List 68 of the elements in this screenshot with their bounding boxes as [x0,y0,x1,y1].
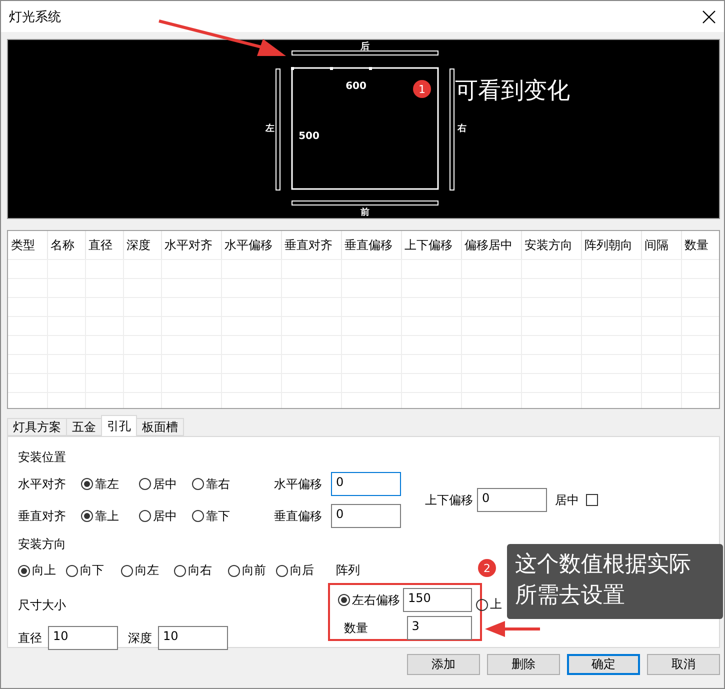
field-label: 数量 [343,620,369,636]
annotation-callout: 这个数值根据实际 所需去设置 [507,544,723,619]
field-label: 水平偏移 [274,476,323,492]
column-header[interactable]: 上下偏移 [401,231,461,260]
input-field[interactable]: 0 [331,504,401,528]
radio-button[interactable]: 向右 [174,562,212,579]
tab[interactable]: 板面槽 [136,418,184,436]
radio-button[interactable]: 居中 [139,508,177,524]
close-icon[interactable] [702,10,716,24]
radio-button[interactable]: 居中 [139,476,177,492]
column-header[interactable]: 阵列朝向 [581,231,641,260]
right-label: 右 [458,124,466,134]
column-header[interactable]: 数量 [681,231,719,260]
tab[interactable]: 灯具方案 [7,418,67,436]
radio-button[interactable]: 向前 [228,562,266,579]
section-title: 安装方向 [18,536,67,553]
dialog-button[interactable]: 删除 [487,654,560,675]
field-label: 上下偏移 [425,492,473,508]
column-header[interactable]: 直径 [85,231,123,260]
width-label: 600 [346,81,366,92]
field-label: 水平对齐 [18,476,67,492]
column-header[interactable]: 水平偏移 [221,231,281,260]
back-label: 后 [360,42,370,52]
column-header[interactable]: 偏移居中 [461,231,521,260]
radio-button[interactable]: 上 [476,596,502,613]
checkbox[interactable] [586,494,598,506]
input-field[interactable]: 150 [403,588,472,612]
radio-button[interactable]: 向上 [18,562,56,579]
field-label: 垂直偏移 [274,508,323,524]
front-label: 前 [360,208,370,216]
column-header[interactable]: 安装方向 [521,231,581,260]
depth-label: 500 [298,131,320,142]
dialog-button[interactable]: 添加 [407,654,480,675]
dialog-button[interactable]: 确定 [567,654,640,675]
input-field[interactable]: 10 [158,626,228,650]
column-header[interactable]: 垂直对齐 [281,231,341,260]
window-title: 灯光系统 [9,8,61,26]
radio-button[interactable]: 靠左 [81,476,119,492]
column-header[interactable]: 水平对齐 [161,231,221,260]
field-label: 直径 [18,630,42,646]
radio-button[interactable]: 向后 [276,562,314,579]
radio-button[interactable]: 向下 [66,562,104,579]
column-header[interactable]: 深度 [123,231,161,260]
checkbox-label: 居中 [555,492,579,508]
section-title: 安装位置 [18,449,67,466]
annotation-text: 可看到变化 [455,77,570,106]
radio-button[interactable]: 靠右 [192,476,230,492]
radio-button[interactable]: 左右偏移 [338,592,400,608]
tab[interactable]: 引孔 [101,415,137,436]
dialog-button[interactable]: 取消 [647,654,720,675]
field-label: 阵列 [336,562,360,579]
input-field[interactable]: 3 [406,616,472,640]
input-field[interactable]: 0 [331,472,401,496]
input-field[interactable]: 0 [477,488,547,512]
field-label: 垂直对齐 [18,508,67,524]
column-header[interactable]: 名称 [47,231,85,260]
section-title: 尺寸大小 [18,597,67,614]
column-header[interactable]: 间隔 [641,231,681,260]
annotation-arrow [485,620,541,638]
tab[interactable]: 五金 [66,418,102,436]
input-field[interactable]: 10 [48,626,118,650]
left-label: 左 [266,124,274,134]
column-header[interactable]: 垂直偏移 [341,231,401,260]
radio-button[interactable]: 靠下 [192,508,230,524]
radio-button[interactable]: 靠上 [81,508,119,524]
radio-button[interactable]: 向左 [121,562,159,579]
field-label: 深度 [128,630,152,646]
column-header[interactable]: 类型 [8,231,47,260]
